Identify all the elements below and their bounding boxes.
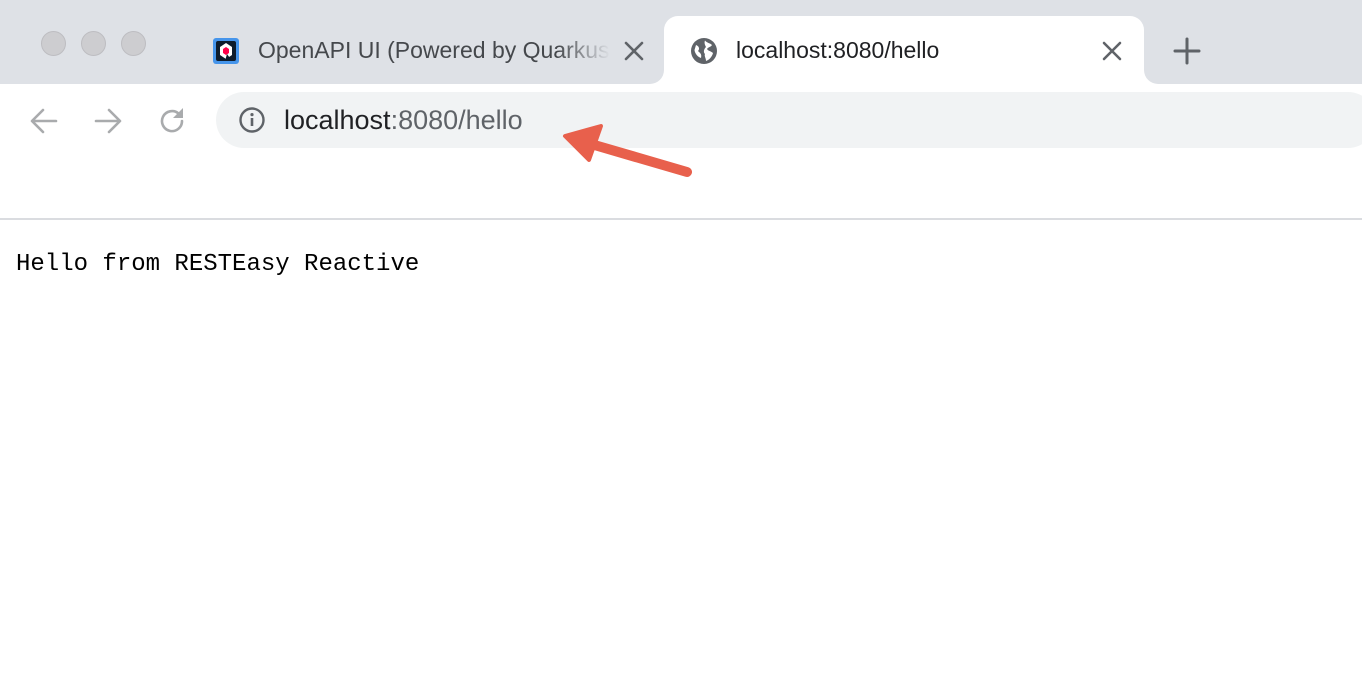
quarkus-logo-icon [212,37,240,65]
address-bar-url[interactable]: localhost:8080/hello [284,103,523,137]
info-icon[interactable] [238,106,266,134]
arrow-right-icon[interactable] [91,104,125,138]
tab-title: localhost:8080/hello [736,37,940,63]
tab-openapi-ui[interactable]: OpenAPI UI (Powered by Quarkus) [196,16,662,84]
page-content: Hello from RESTEasy Reactive [0,220,1362,674]
tab-close-icon[interactable] [1100,39,1124,63]
arrow-left-icon[interactable] [27,104,61,138]
tab-title: OpenAPI UI (Powered by Quarkus) [258,37,610,63]
url-path: :8080/hello [390,105,523,135]
tab-close-icon[interactable] [622,39,646,63]
window-maximize-button[interactable] [121,31,146,56]
tab-localhost-hello[interactable]: localhost:8080/hello [664,16,1144,84]
globe-icon [690,37,718,65]
tab-strip: OpenAPI UI (Powered by Quarkus) localhos… [0,0,1362,84]
address-bar[interactable]: localhost:8080/hello [216,92,1362,148]
window-minimize-button[interactable] [81,31,106,56]
response-text: Hello from RESTEasy Reactive [16,251,420,278]
window-close-button[interactable] [41,31,66,56]
url-host: localhost [284,105,391,135]
annotation-arrow-icon [563,124,692,177]
reload-icon[interactable] [155,104,189,138]
browser-window: OpenAPI UI (Powered by Quarkus) localhos… [0,0,1362,674]
new-tab-plus-icon[interactable] [1172,36,1202,66]
